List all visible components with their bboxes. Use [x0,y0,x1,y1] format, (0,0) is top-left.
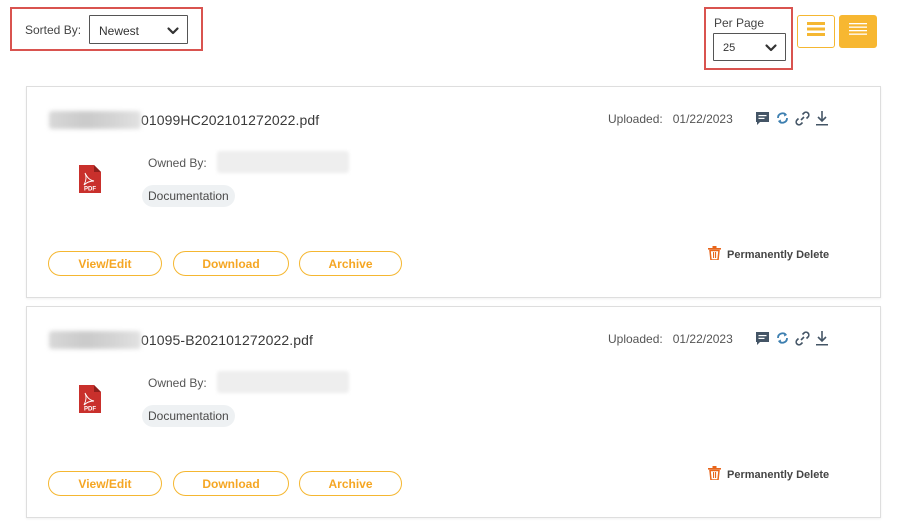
compact-view-button[interactable] [839,15,877,48]
redacted-owner-name [217,151,349,173]
list-view-button[interactable] [797,15,835,48]
category-tag: Documentation [142,185,235,207]
category-tag: Documentation [142,405,235,427]
compact-list-icon [849,22,867,41]
redacted-owner-name [217,371,349,393]
document-card: 01099HC202101272022.pdf Uploaded: 01/22/2… [26,86,881,298]
document-action-icons [754,109,830,127]
link-icon[interactable] [794,109,810,127]
svg-text:PDF: PDF [84,187,96,193]
view-edit-button[interactable]: View/Edit [48,471,162,496]
per-page-label: Per Page [714,16,765,30]
sync-icon[interactable] [774,109,790,127]
pdf-file-icon: PDF [79,165,101,193]
document-card: 01095-B202101272022.pdf Uploaded: 01/22/2… [26,306,881,518]
sync-icon[interactable] [774,329,790,347]
trash-icon [708,246,721,263]
chevron-down-icon [764,41,778,55]
chevron-down-icon [166,24,180,38]
uploaded-date: Uploaded: 01/22/2023 [608,332,733,346]
svg-text:PDF: PDF [84,407,96,413]
comment-icon[interactable] [754,329,770,347]
view-edit-button[interactable]: View/Edit [48,251,162,276]
permanently-delete-label: Permanently Delete [727,248,830,261]
link-icon[interactable] [794,329,810,347]
comment-icon[interactable] [754,109,770,127]
permanently-delete-button[interactable]: Permanently Delete [708,466,829,483]
archive-button[interactable]: Archive [299,251,402,276]
owned-by-label: Owned By: [148,376,207,390]
per-page-select-value: 25 [723,42,736,54]
list-view-icon [807,22,825,41]
archive-button[interactable]: Archive [299,471,402,496]
download-icon[interactable] [814,109,830,127]
redacted-filename-prefix [49,111,141,129]
document-action-icons [754,329,830,347]
download-button[interactable]: Download [173,251,289,276]
document-filename[interactable]: 01095-B202101272022.pdf [49,331,313,349]
pdf-file-icon: PDF [79,385,101,413]
redacted-filename-prefix [49,331,141,349]
uploaded-date: Uploaded: 01/22/2023 [608,112,733,126]
sort-select-value: Newest [99,24,140,38]
download-button[interactable]: Download [173,471,289,496]
permanently-delete-label: Permanently Delete [727,468,830,481]
per-page-select[interactable]: 25 [713,33,786,61]
filename-text: 01099HC202101272022.pdf [141,112,320,128]
trash-icon [708,466,721,483]
filename-text: 01095-B202101272022.pdf [141,332,314,348]
sort-label: Sorted By: [25,23,82,37]
sort-select[interactable]: Newest [89,15,188,44]
document-filename[interactable]: 01099HC202101272022.pdf [49,111,319,129]
owned-by-label: Owned By: [148,156,207,170]
download-icon[interactable] [814,329,830,347]
permanently-delete-button[interactable]: Permanently Delete [708,246,829,263]
